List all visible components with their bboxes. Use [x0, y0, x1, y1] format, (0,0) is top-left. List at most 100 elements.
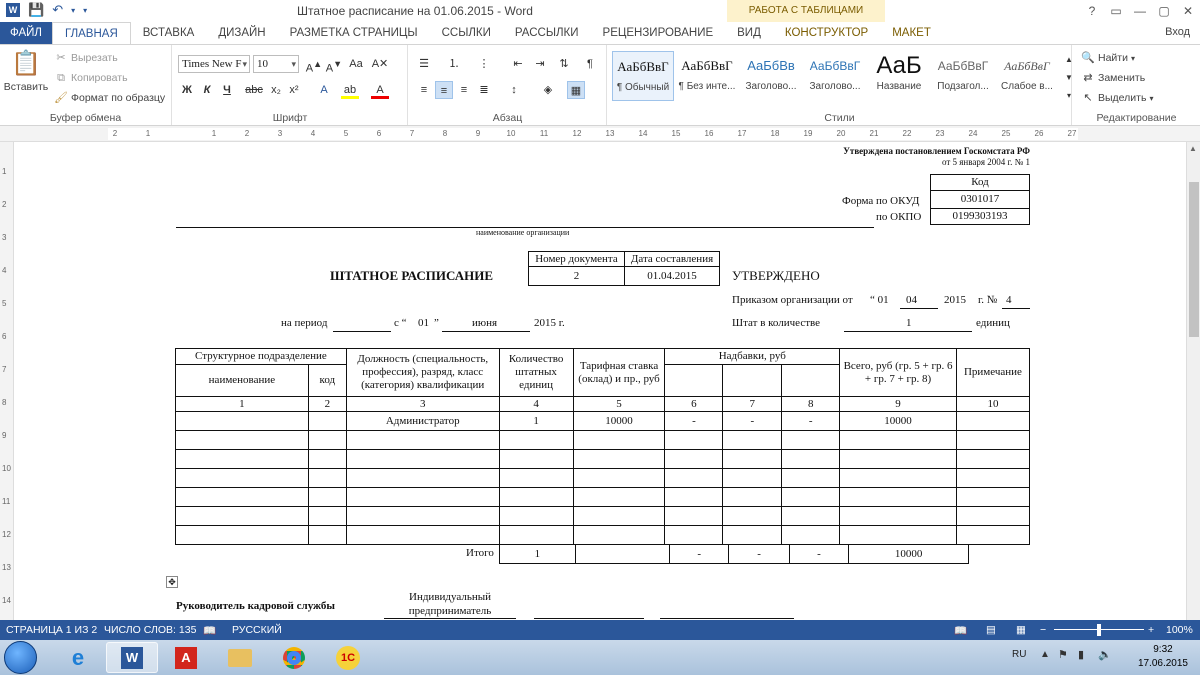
table-cell[interactable]	[839, 468, 957, 488]
table-cell[interactable]	[839, 487, 957, 507]
table-cell[interactable]	[664, 506, 724, 526]
tray-flag-icon[interactable]: ⚑	[1058, 648, 1068, 661]
total-cell[interactable]: 10000	[848, 544, 969, 564]
table-cell[interactable]	[955, 487, 1031, 507]
table-cell[interactable]	[175, 487, 309, 507]
pilcrow-icon[interactable]: ¶	[581, 55, 599, 73]
tray-network-icon[interactable]: ▮	[1078, 648, 1084, 661]
1c-taskbar-icon[interactable]: 1С	[322, 642, 374, 673]
start-button[interactable]	[4, 641, 37, 674]
table-cell[interactable]	[307, 468, 347, 488]
print-layout-icon[interactable]: ▤	[986, 624, 996, 636]
table-cell[interactable]	[572, 506, 666, 526]
highlight-icon[interactable]: ab	[341, 81, 359, 99]
table-cell[interactable]	[722, 525, 783, 545]
document-page[interactable]: Утверждена постановлением Госкомстата РФ…	[14, 142, 1186, 620]
ribbon-display-button[interactable]: ▭	[1104, 0, 1128, 22]
italic-icon[interactable]: К	[198, 81, 216, 99]
shading-icon[interactable]: ◈	[539, 81, 557, 99]
decrease-indent-icon[interactable]: ⇤	[509, 55, 527, 73]
shrink-font-icon[interactable]: A▼	[325, 55, 343, 75]
tab-design[interactable]: ДИЗАЙН	[206, 22, 277, 44]
table-cell[interactable]	[498, 506, 574, 526]
style-subtitle[interactable]: АаБбВвГ Подзагол...	[932, 51, 994, 101]
table-cell[interactable]: -	[722, 411, 783, 431]
clear-formatting-icon[interactable]: A✕	[371, 55, 389, 73]
proofing-icon[interactable]: 📖	[203, 624, 216, 637]
find-button[interactable]: 🔍 Найти ▾	[1081, 51, 1135, 65]
borders-icon[interactable]: ▦	[567, 81, 585, 99]
table-cell[interactable]	[307, 525, 347, 545]
scroll-up-icon[interactable]: ▲	[1189, 144, 1197, 153]
table-cell[interactable]	[498, 525, 574, 545]
tab-home[interactable]: ГЛАВНАЯ	[52, 22, 131, 44]
table-cell[interactable]	[572, 525, 666, 545]
table-cell[interactable]	[572, 487, 666, 507]
table-cell[interactable]	[722, 430, 783, 450]
sort-icon[interactable]: ⇅	[555, 55, 573, 73]
change-case-icon[interactable]: Aa	[347, 55, 365, 73]
table-cell[interactable]	[664, 449, 724, 469]
bullets-icon[interactable]: ☰	[415, 55, 433, 73]
table-cell[interactable]	[345, 449, 500, 469]
table-cell[interactable]	[722, 468, 783, 488]
tray-arrow-icon[interactable]: ▲	[1040, 649, 1050, 660]
table-cell[interactable]	[572, 430, 666, 450]
style-heading-2[interactable]: АаБбВвГ Заголово...	[804, 51, 866, 101]
tab-insert[interactable]: ВСТАВКА	[131, 22, 207, 44]
word-taskbar-icon[interactable]: W	[106, 642, 158, 673]
zoom-in-icon[interactable]: +	[1148, 624, 1154, 636]
table-cell[interactable]	[955, 411, 1031, 431]
table-cell[interactable]	[781, 525, 841, 545]
style-subtle-emphasis[interactable]: АаБбВвГ Слабое в...	[996, 51, 1058, 101]
table-cell[interactable]	[955, 525, 1031, 545]
web-layout-icon[interactable]: ▦	[1016, 624, 1026, 636]
table-cell[interactable]	[345, 506, 500, 526]
table-cell[interactable]	[345, 430, 500, 450]
table-cell[interactable]	[175, 411, 309, 431]
cut-button[interactable]: ✂ Вырезать	[54, 51, 117, 65]
table-cell[interactable]	[345, 525, 500, 545]
bold-icon[interactable]: Ж	[178, 81, 196, 99]
table-cell[interactable]	[498, 487, 574, 507]
subscript-icon[interactable]: x₂	[267, 81, 285, 99]
read-mode-icon[interactable]: 📖	[954, 624, 967, 637]
table-cell[interactable]: 10000	[572, 411, 666, 431]
total-cell[interactable]: -	[788, 544, 850, 564]
table-cell[interactable]	[664, 468, 724, 488]
style-title[interactable]: АаБ Название	[868, 51, 930, 101]
select-button[interactable]: ↖ Выделить ▾	[1081, 91, 1153, 105]
table-cell[interactable]	[839, 525, 957, 545]
language-indicator[interactable]: РУССКИЙ	[232, 624, 282, 636]
table-cell[interactable]	[664, 430, 724, 450]
clock[interactable]: 9:32 17.06.2015	[1138, 643, 1188, 671]
strikethrough-icon[interactable]: abc	[245, 81, 263, 99]
scrollbar-thumb[interactable]	[1189, 182, 1199, 337]
tab-file[interactable]: ФАЙЛ	[0, 22, 52, 44]
table-cell[interactable]	[722, 449, 783, 469]
table-cell[interactable]	[345, 487, 500, 507]
total-cell[interactable]: 1	[499, 544, 576, 564]
total-cell[interactable]	[574, 544, 670, 564]
increase-indent-icon[interactable]: ⇥	[531, 55, 549, 73]
table-cell[interactable]	[955, 430, 1031, 450]
font-size-combo[interactable]: 10	[253, 55, 299, 73]
table-cell[interactable]	[664, 487, 724, 507]
tab-table-layout[interactable]: МАКЕТ	[880, 22, 943, 44]
format-painter-button[interactable]: 🖌 Формат по образцу	[54, 91, 165, 105]
table-cell[interactable]	[307, 411, 347, 431]
table-cell[interactable]	[572, 449, 666, 469]
maximize-button[interactable]: ▢	[1152, 0, 1176, 22]
table-cell[interactable]	[839, 506, 957, 526]
table-cell[interactable]	[781, 506, 841, 526]
zoom-level[interactable]: 100%	[1166, 624, 1193, 636]
table-cell[interactable]	[781, 487, 841, 507]
tab-review[interactable]: РЕЦЕНЗИРОВАНИЕ	[591, 22, 726, 44]
table-cell[interactable]	[175, 525, 309, 545]
table-cell[interactable]: Администратор	[345, 411, 500, 431]
table-cell[interactable]	[781, 468, 841, 488]
copy-button[interactable]: ⧉ Копировать	[54, 71, 127, 85]
sign-in-link[interactable]: Вход	[1165, 26, 1190, 38]
table-cell[interactable]	[307, 449, 347, 469]
zoom-out-icon[interactable]: −	[1040, 624, 1046, 636]
